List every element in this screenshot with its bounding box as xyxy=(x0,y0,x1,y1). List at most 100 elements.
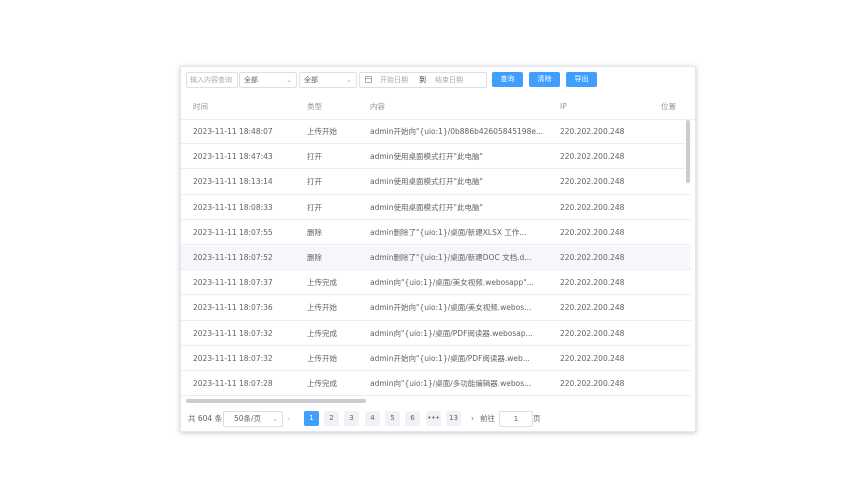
cell-type: 打开 xyxy=(307,202,322,212)
page-suffix: 页 xyxy=(533,414,541,423)
cell-ip: 220.202.200.248 xyxy=(560,328,625,338)
cell-type: 上传开始 xyxy=(307,303,337,313)
page-size-value: 50条/页 xyxy=(234,414,262,423)
cell-content: admin向"{uio:1}/桌面/PDF阅读器.webosap... xyxy=(370,328,533,338)
cell-type: 上传开始 xyxy=(307,353,337,363)
cell-time: 2023-11-11 18:07:28 xyxy=(193,379,273,388)
cell-type: 上传完成 xyxy=(307,278,337,288)
cell-time: 2023-11-11 18:07:37 xyxy=(193,278,273,288)
date-separator: 到 xyxy=(419,76,426,84)
export-button[interactable]: 导出 xyxy=(566,72,597,87)
cell-type: 打开 xyxy=(307,152,322,162)
page-button[interactable]: 4 xyxy=(365,411,380,426)
type-select-value: 全部 xyxy=(244,76,258,84)
vertical-scrollbar[interactable] xyxy=(686,120,690,183)
cell-type: 删除 xyxy=(307,227,322,237)
pagination: 共 604 条 50条/页 ⌄ ‹ 1 2 3 4 5 6 ••• 13 › 前往 1 页 xyxy=(181,411,695,427)
page-button[interactable]: 6 xyxy=(405,411,420,426)
operation-log-panel: 全部 ⌄ 全部 ⌄ 开始日期 到 结束日期 查询 清除 导出 时间 类型 内容 … xyxy=(180,66,696,432)
cell-content: admin开始向"{uio:1}/桌面/PDF阅读器.web... xyxy=(370,353,530,363)
cell-type: 打开 xyxy=(307,177,322,187)
cell-content: admin使用桌面模式打开"此电脑" xyxy=(370,202,483,212)
type-select[interactable]: 全部 ⌄ xyxy=(239,72,297,88)
cell-time: 2023-11-11 18:08:33 xyxy=(193,202,273,212)
cell-ip: 220.202.200.248 xyxy=(560,253,625,262)
page-button[interactable]: 3 xyxy=(344,411,359,426)
cell-time: 2023-11-11 18:07:32 xyxy=(193,328,273,338)
total-count: 共 604 条 xyxy=(188,414,223,423)
end-date-field[interactable]: 结束日期 xyxy=(435,73,463,87)
cell-type: 删除 xyxy=(307,253,322,262)
table-row[interactable]: 2023-11-11 18:13:14 打开 admin使用桌面模式打开"此电脑" 2… xyxy=(181,170,691,195)
cell-content: admin开始向"{uio:1}/0b886b42605845198e... xyxy=(370,127,544,136)
cell-content: admin删除了"{uio:1}/桌面/新建XLSX 工作... xyxy=(370,227,527,237)
table-row[interactable]: 2023-11-11 18:07:32 上传开始 admin开始向"{uio:1}/… xyxy=(181,347,691,371)
table-row[interactable]: 2023-11-11 18:48:07 上传开始 admin开始向"{uio:1}/… xyxy=(181,120,691,145)
table-row[interactable]: 2023-11-11 18:07:36 上传开始 admin开始向"{uio:1}/… xyxy=(181,296,691,321)
page-button[interactable]: 5 xyxy=(385,411,400,426)
goto-page-input[interactable]: 1 xyxy=(499,411,533,427)
content-search-input[interactable] xyxy=(187,73,237,87)
cell-content: admin开始向"{uio:1}/桌面/美女视频.webos... xyxy=(370,303,532,313)
query-button[interactable]: 查询 xyxy=(492,72,523,87)
cell-content: admin使用桌面模式打开"此电脑" xyxy=(370,152,483,162)
next-page-icon[interactable]: › xyxy=(471,411,474,426)
cell-time: 2023-11-11 18:07:36 xyxy=(193,303,273,313)
table-header: 时间 类型 内容 IP 位置 xyxy=(181,95,695,120)
cell-ip: 220.202.200.248 xyxy=(560,227,625,237)
status-select-value: 全部 xyxy=(304,76,318,84)
page-size-select[interactable]: 50条/页 ⌄ xyxy=(223,411,283,427)
cell-ip: 220.202.200.248 xyxy=(560,353,625,363)
cell-time: 2023-11-11 18:07:32 xyxy=(193,353,273,363)
table-row[interactable]: 2023-11-11 18:07:52 删除 admin删除了"{uio:1}/桌面… xyxy=(181,246,691,271)
cell-time: 2023-11-11 18:07:52 xyxy=(193,253,273,262)
cell-time: 2023-11-11 18:07:55 xyxy=(193,227,273,237)
table-row[interactable]: 2023-11-11 18:07:28 上传完成 admin向"{uio:1}/桌面… xyxy=(181,372,691,397)
table-row[interactable]: 2023-11-11 18:07:32 上传完成 admin向"{uio:1}/桌面… xyxy=(181,322,691,346)
cell-time: 2023-11-11 18:48:07 xyxy=(193,127,273,136)
chevron-down-icon: ⌄ xyxy=(272,415,278,423)
cell-content: admin删除了"{uio:1}/桌面/新建DOC 文档.d... xyxy=(370,253,532,262)
cell-ip: 220.202.200.248 xyxy=(560,303,625,313)
status-select[interactable]: 全部 ⌄ xyxy=(299,72,357,88)
column-header-time: 时间 xyxy=(193,102,208,111)
cell-content: admin向"{uio:1}/桌面/美女视频.webosapp"... xyxy=(370,278,534,288)
cell-time: 2023-11-11 18:47:43 xyxy=(193,152,273,162)
column-header-ip: IP xyxy=(560,102,567,111)
cell-ip: 220.202.200.248 xyxy=(560,202,625,212)
page-button[interactable]: 2 xyxy=(324,411,339,426)
cell-type: 上传完成 xyxy=(307,379,337,388)
page-button[interactable]: 13 xyxy=(446,411,461,426)
column-header-content: 内容 xyxy=(370,102,385,111)
clear-button[interactable]: 清除 xyxy=(529,72,560,87)
column-header-location: 位置 xyxy=(661,102,676,111)
table-row[interactable]: 2023-11-11 18:07:37 上传完成 admin向"{uio:1}/桌面… xyxy=(181,271,691,296)
chevron-down-icon: ⌄ xyxy=(346,76,352,84)
cell-time: 2023-11-11 18:13:14 xyxy=(193,177,273,187)
filter-toolbar: 全部 ⌄ 全部 ⌄ 开始日期 到 结束日期 查询 清除 导出 xyxy=(186,72,691,88)
table-row[interactable]: 2023-11-11 18:08:33 打开 admin使用桌面模式打开"此电脑" 2… xyxy=(181,196,691,220)
content-search-field[interactable] xyxy=(186,72,238,88)
cell-ip: 220.202.200.248 xyxy=(560,379,625,388)
cell-content: admin向"{uio:1}/桌面/多功能编辑器.webos... xyxy=(370,379,532,388)
table-body: 2023-11-11 18:48:07 上传开始 admin开始向"{uio:1}/… xyxy=(181,120,691,398)
table-row[interactable]: 2023-11-11 18:07:55 删除 admin删除了"{uio:1}/桌面… xyxy=(181,221,691,245)
goto-label: 前往 xyxy=(480,414,495,423)
cell-ip: 220.202.200.248 xyxy=(560,127,625,136)
cell-ip: 220.202.200.248 xyxy=(560,177,625,187)
cell-type: 上传完成 xyxy=(307,328,337,338)
table-row[interactable]: 2023-11-11 18:47:43 打开 admin使用桌面模式打开"此电脑" 2… xyxy=(181,145,691,170)
cell-content: admin使用桌面模式打开"此电脑" xyxy=(370,177,483,187)
page-button[interactable]: 1 xyxy=(304,411,319,426)
chevron-down-icon: ⌄ xyxy=(286,76,292,84)
more-pages-icon[interactable]: ••• xyxy=(426,411,441,426)
column-header-type: 类型 xyxy=(307,102,322,111)
horizontal-scrollbar[interactable] xyxy=(186,399,366,403)
calendar-icon xyxy=(365,76,372,83)
cell-ip: 220.202.200.248 xyxy=(560,278,625,288)
prev-page-icon[interactable]: ‹ xyxy=(287,411,290,426)
date-range-picker[interactable]: 开始日期 到 结束日期 xyxy=(359,72,487,88)
cell-type: 上传开始 xyxy=(307,127,337,136)
start-date-field[interactable]: 开始日期 xyxy=(380,73,408,87)
cell-ip: 220.202.200.248 xyxy=(560,152,625,162)
